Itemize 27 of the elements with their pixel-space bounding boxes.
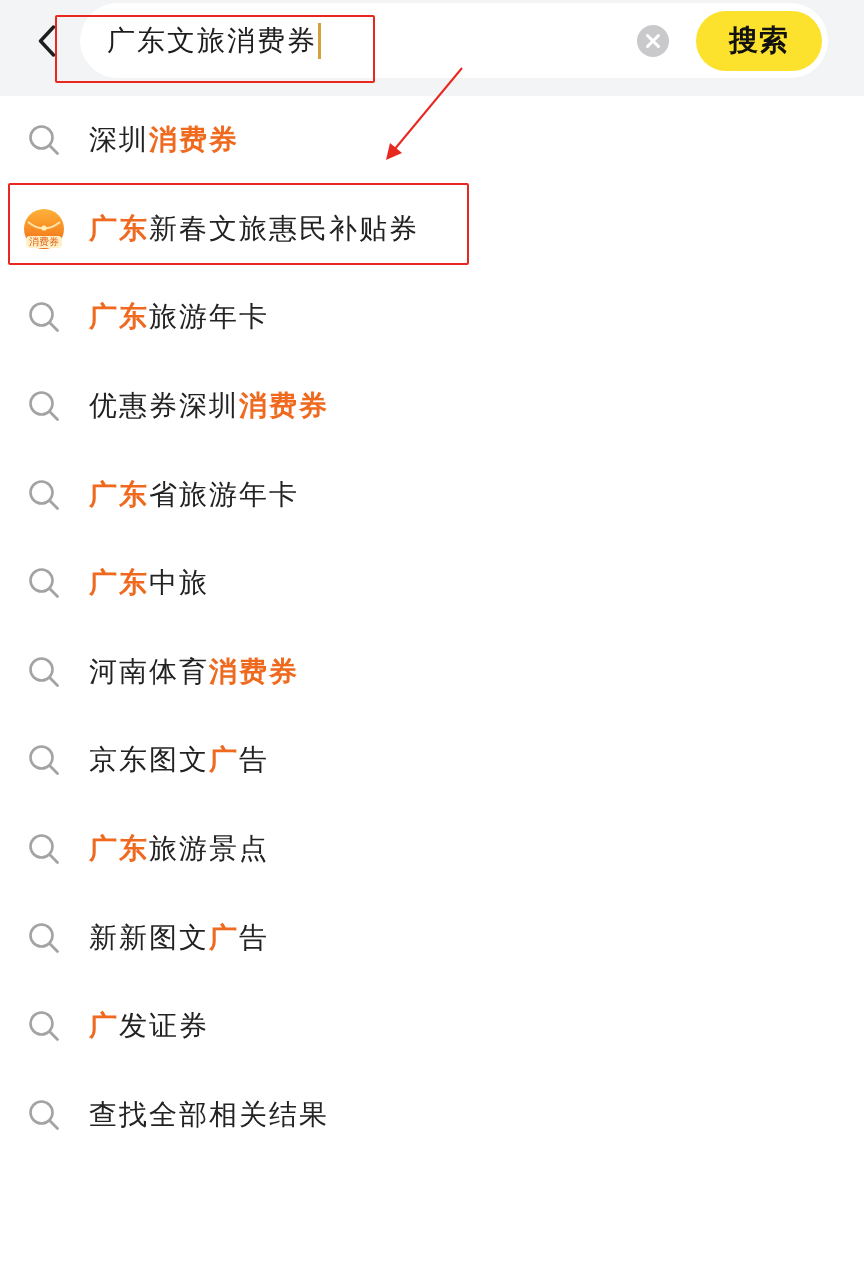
search-icon <box>28 390 60 423</box>
search-icon <box>28 921 60 954</box>
search-icon <box>28 1010 60 1043</box>
suggestion-item[interactable]: 广东新春文旅惠民补贴券 <box>89 209 419 248</box>
suggestion-item[interactable]: 查找全部相关结果 <box>89 1095 329 1134</box>
suggestion-item[interactable]: 广东旅游景点 <box>89 830 269 869</box>
search-icon <box>28 301 60 334</box>
suggestion-item[interactable]: 广发证券 <box>89 1007 209 1046</box>
suggestion-item[interactable]: 广东中旅 <box>89 564 209 603</box>
back-icon[interactable] <box>38 25 56 57</box>
suggestion-item[interactable]: 优惠券深圳消费券 <box>89 387 329 426</box>
suggestion-item[interactable]: 广东旅游年卡 <box>89 298 269 337</box>
suggestion-item[interactable]: 河南体育消费券 <box>89 652 299 691</box>
search-icon <box>28 1098 60 1131</box>
search-icon <box>28 655 60 688</box>
search-button[interactable]: 搜索 <box>696 10 822 71</box>
search-icon <box>28 833 60 866</box>
search-icon <box>28 567 60 600</box>
search-input[interactable]: 广东文旅消费券 <box>107 18 637 63</box>
suggestion-item[interactable]: 新新图文广告 <box>89 918 269 957</box>
suggestion-item[interactable]: 深圳消费券 <box>89 121 239 160</box>
search-icon <box>28 744 60 777</box>
search-icon <box>28 478 60 511</box>
suggestion-item[interactable]: 广东省旅游年卡 <box>89 475 299 514</box>
text-cursor-icon <box>318 22 321 59</box>
search-icon <box>28 124 60 157</box>
suggestion-item[interactable]: 京东图文广告 <box>89 741 269 780</box>
